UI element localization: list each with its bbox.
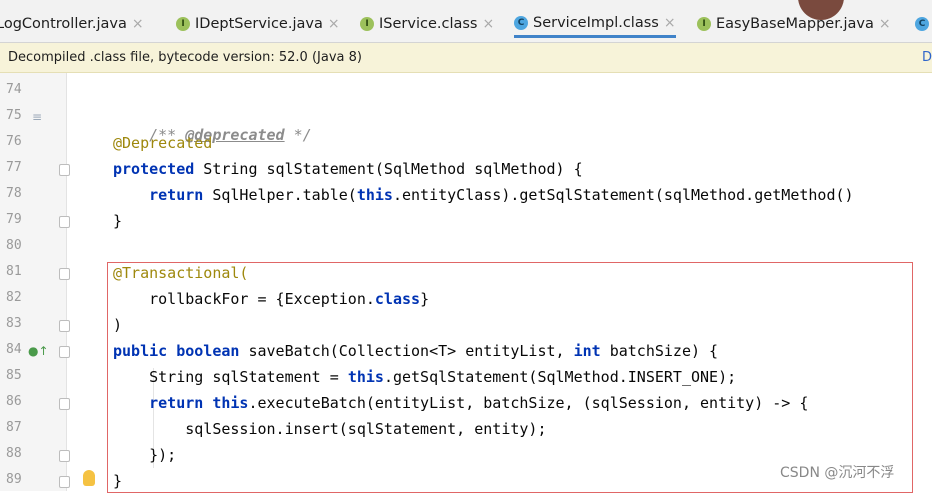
- editor-tab-bar: LogController.java × I IDeptService.java…: [0, 0, 932, 43]
- line-number: 80: [6, 238, 22, 253]
- code-line: protected String sqlStatement(SqlMethod …: [113, 160, 583, 178]
- tab-easybasemapper[interactable]: I EasyBaseMapper.java ×: [697, 10, 891, 38]
- close-icon[interactable]: ×: [879, 16, 891, 32]
- tab-label: LogController.java: [0, 16, 127, 32]
- line-number: 79: [6, 212, 22, 227]
- line-number: 75: [6, 108, 22, 123]
- line-number: 83: [6, 316, 22, 331]
- line-gutter: 74 75 76 77 78 79 80 81 82 83 84 85 86 8…: [0, 73, 70, 491]
- code-editor[interactable]: /** @deprecated */ @Deprecated protected…: [67, 73, 932, 491]
- line-number: 85: [6, 368, 22, 383]
- tab-serviceimpl[interactable]: C ServiceImpl.class ×: [514, 10, 676, 38]
- line-number: 78: [6, 186, 22, 201]
- code-line: return SqlHelper.table(this.entityClass)…: [149, 186, 854, 204]
- banner-link[interactable]: D: [922, 43, 932, 72]
- close-icon[interactable]: ×: [132, 16, 144, 32]
- close-icon[interactable]: ×: [664, 15, 676, 31]
- line-number: 76: [6, 134, 22, 149]
- lightbulb-icon[interactable]: [83, 470, 95, 486]
- code-line: }: [113, 472, 123, 490]
- line-number: 86: [6, 394, 22, 409]
- interface-icon: I: [697, 17, 711, 31]
- code-line: return this.executeBatch(entityList, bat…: [149, 394, 809, 412]
- tab-overflow[interactable]: C: [915, 10, 932, 38]
- close-icon[interactable]: ×: [328, 16, 340, 32]
- code-line: }: [113, 212, 123, 230]
- tab-label: IService.class: [379, 16, 478, 32]
- banner-text: Decompiled .class file, bytecode version…: [8, 50, 362, 65]
- tab-iservice[interactable]: I IService.class ×: [360, 10, 494, 38]
- interface-icon: I: [176, 17, 190, 31]
- watermark: CSDN @沉河不浮: [780, 462, 895, 482]
- line-number: 88: [6, 446, 22, 461]
- code-line: String sqlStatement = this.getSqlStateme…: [113, 368, 737, 386]
- tab-ideptservice[interactable]: I IDeptService.java ×: [176, 10, 340, 38]
- tab-label: EasyBaseMapper.java: [716, 16, 874, 32]
- code-line: public boolean saveBatch(Collection<T> e…: [113, 342, 719, 360]
- line-number: 77: [6, 160, 22, 175]
- code-line: });: [113, 446, 177, 464]
- line-number: 89: [6, 472, 22, 487]
- decompiled-banner: Decompiled .class file, bytecode version…: [0, 43, 932, 73]
- doc-comment-icon[interactable]: ≡: [32, 110, 42, 124]
- implements-method-icon[interactable]: ●↑: [28, 344, 49, 358]
- class-icon: C: [915, 17, 929, 31]
- line-number: 87: [6, 420, 22, 435]
- class-icon: C: [514, 15, 528, 30]
- close-icon[interactable]: ×: [482, 16, 494, 32]
- code-line: @Deprecated: [113, 134, 213, 152]
- line-number: 82: [6, 290, 22, 305]
- interface-icon: I: [360, 17, 374, 31]
- code-line: ): [113, 316, 123, 334]
- code-line: @Transactional(: [113, 264, 249, 282]
- line-number: 74: [6, 82, 22, 97]
- code-line: rollbackFor = {Exception.class}: [113, 290, 430, 308]
- line-number: 81: [6, 264, 22, 279]
- tab-label: ServiceImpl.class: [533, 14, 659, 31]
- tab-label: IDeptService.java: [195, 16, 323, 32]
- code-line: sqlSession.insert(sqlStatement, entity);: [113, 420, 547, 438]
- tab-logcontroller[interactable]: LogController.java ×: [0, 10, 144, 38]
